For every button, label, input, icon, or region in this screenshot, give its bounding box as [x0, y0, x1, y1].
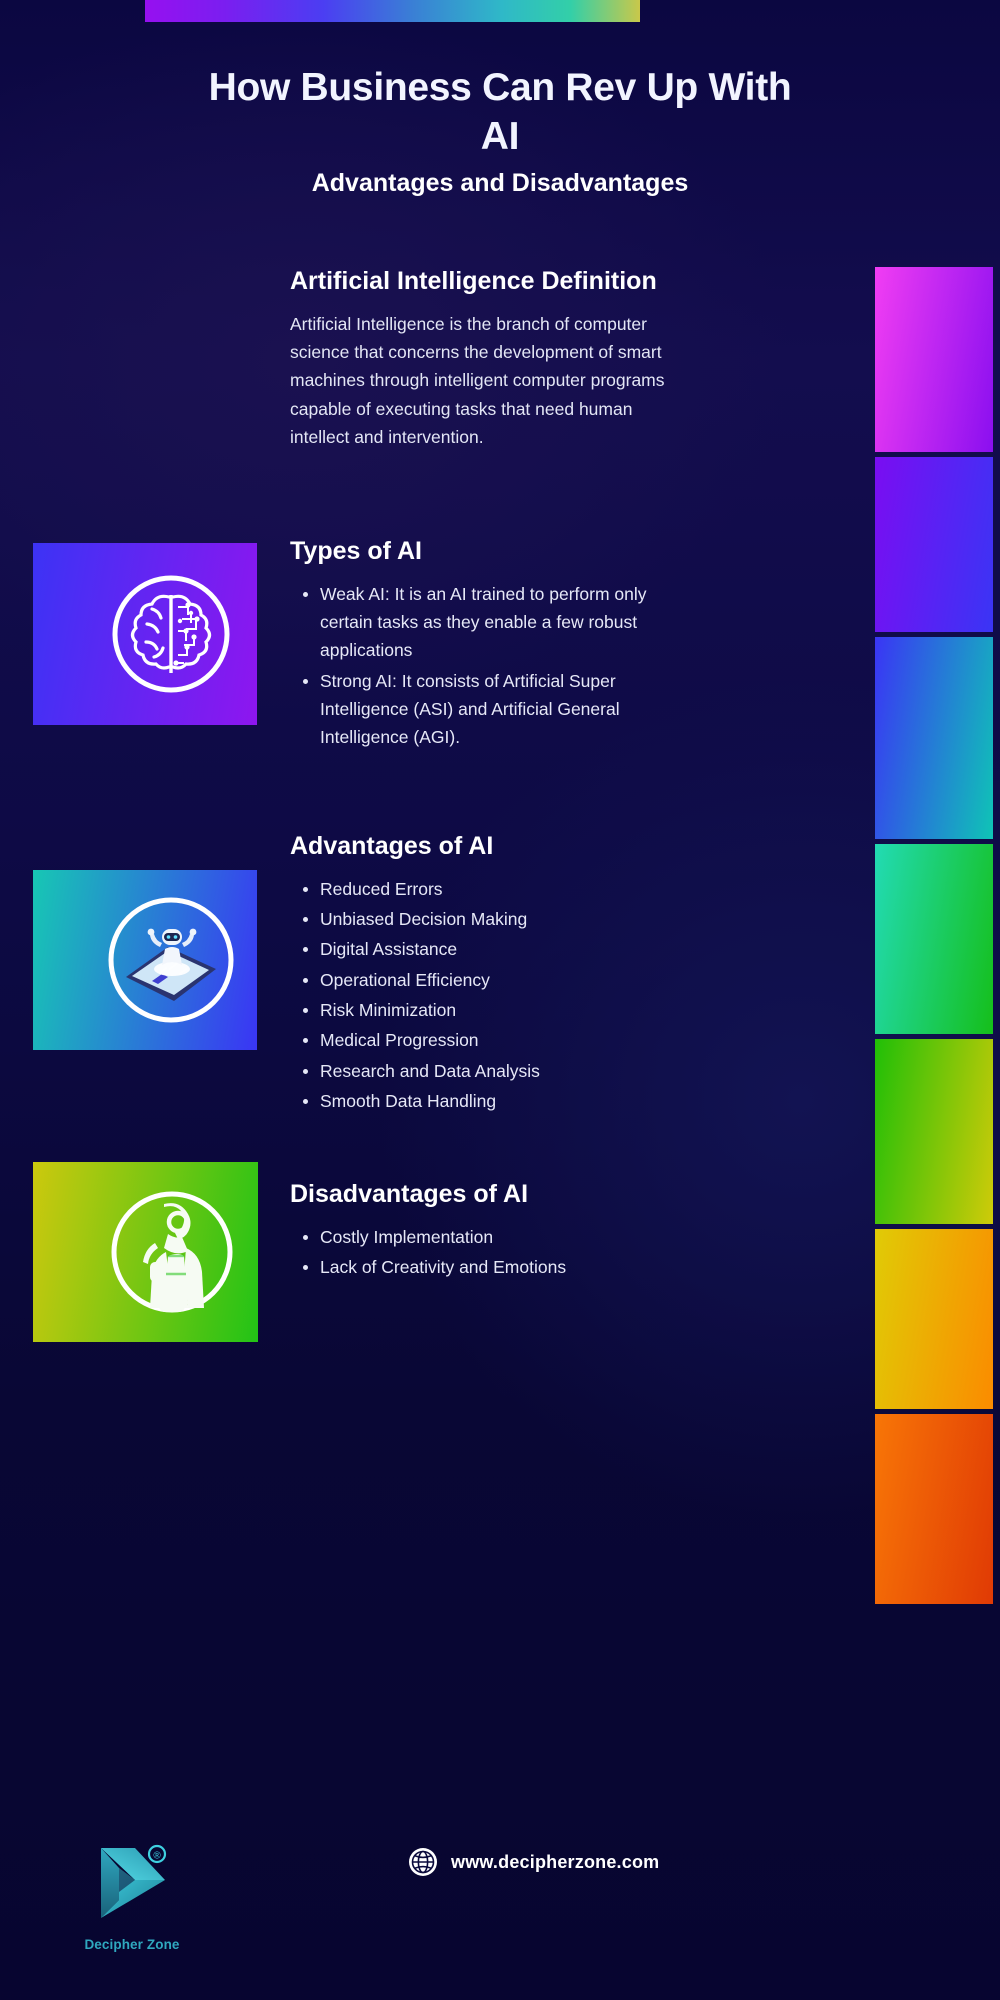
bullet-list-disadvantages: Costly ImplementationLack of Creativity … [290, 1223, 680, 1282]
globe-icon [409, 1848, 437, 1876]
list-item: Risk Minimization [320, 996, 680, 1024]
color-block [875, 267, 993, 452]
text-types: Types of AI Weak AI: It is an AI trained … [290, 535, 670, 754]
list-item: Strong AI: It consists of Artificial Sup… [320, 667, 670, 752]
brain-circuit-icon-wrap [106, 569, 236, 699]
list-item: Weak AI: It is an AI trained to perform … [320, 580, 670, 665]
list-item: Reduced Errors [320, 875, 680, 903]
heading-disadvantages: Disadvantages of AI [290, 1180, 529, 1208]
page-title: How Business Can Rev Up With AI [208, 66, 792, 159]
list-item: Medical Progression [320, 1026, 680, 1054]
heading-advantages: Advantages of AI [290, 832, 494, 860]
thinking-robot-icon-wrap [102, 1182, 242, 1322]
website-link[interactable]: www.decipherzone.com [408, 1847, 659, 1877]
list-item: Operational Efficiency [320, 966, 680, 994]
color-block [875, 1414, 993, 1604]
website-url: www.decipherzone.com [451, 1851, 660, 1872]
brain-circuit-icon [112, 575, 230, 693]
bullet-list-advantages: Reduced ErrorsUnbiased Decision MakingDi… [290, 875, 680, 1116]
color-block [875, 1039, 993, 1224]
heading-definition: Artificial Intelligence Definition [290, 267, 657, 295]
color-block [875, 637, 993, 839]
bullet-list-types: Weak AI: It is an AI trained to perform … [290, 580, 670, 752]
tile-advantages [33, 870, 257, 1050]
text-advantages: Advantages of AI Reduced ErrorsUnbiased D… [290, 830, 680, 1117]
thinking-robot-icon [111, 1191, 232, 1313]
brand-name: Decipher Zone [84, 1937, 180, 1952]
list-item: Unbiased Decision Making [320, 905, 680, 933]
decipher-zone-logo-icon: ® [101, 1844, 167, 1918]
registered-mark: ® [153, 1851, 161, 1862]
list-item: Lack of Creativity and Emotions [320, 1253, 680, 1281]
top-accent-bar [145, 0, 640, 22]
tile-types [33, 543, 257, 725]
list-item: Research and Data Analysis [320, 1057, 680, 1085]
list-item: Costly Implementation [320, 1223, 680, 1251]
text-disadvantages: Disadvantages of AI Costly Implementation… [290, 1178, 680, 1283]
brand-logo: ® Decipher Zone [72, 1840, 192, 1952]
robot-tablet-icon-wrap [96, 885, 246, 1035]
color-block [875, 844, 993, 1034]
list-item: Digital Assistance [320, 935, 680, 963]
right-color-strip [875, 267, 993, 1609]
body-definition: Artificial Intelligence is the branch of… [290, 313, 665, 447]
heading-types: Types of AI [290, 537, 422, 565]
list-item: Smooth Data Handling [320, 1087, 680, 1115]
text-definition: Artificial Intelligence Definition Artifi… [290, 265, 665, 451]
color-block [875, 1229, 993, 1409]
page-subtitle: Advantages and Disadvantages [311, 169, 689, 197]
color-block [875, 457, 993, 632]
tile-disadvantages [33, 1162, 258, 1342]
robot-tablet-icon [108, 897, 234, 1023]
